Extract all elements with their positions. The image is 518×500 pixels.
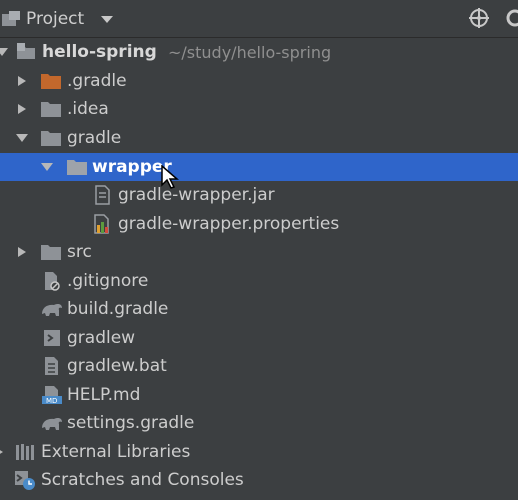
tree-row-scratches-and-consoles[interactable]: Scratches and Consoles — [0, 466, 518, 494]
tree-item-label: .gradle — [67, 71, 127, 91]
module-folder-icon — [16, 42, 36, 62]
root-project-path: ~/study/hello-spring — [168, 43, 332, 62]
tree-row-src[interactable]: src — [0, 238, 518, 266]
gitignore-file-icon — [43, 271, 63, 291]
gear-icon[interactable] — [501, 7, 518, 33]
tree-row-help-md[interactable]: MD HELP.md — [0, 381, 518, 409]
shell-script-icon — [43, 328, 63, 348]
properties-file-icon — [93, 214, 113, 234]
locate-target-icon[interactable] — [468, 7, 490, 33]
tree-row-gradlew[interactable]: gradlew — [0, 324, 518, 352]
scratches-icon — [14, 470, 35, 490]
tree-item-label: gradle-wrapper.jar — [118, 185, 275, 205]
collapse-arrow-icon[interactable] — [16, 134, 28, 142]
svg-text:MD: MD — [46, 397, 57, 405]
chevron-down-icon[interactable] — [101, 16, 113, 23]
tree-item-label: gradle — [67, 128, 122, 148]
tree-item-label: src — [67, 242, 92, 262]
folder-icon — [66, 157, 87, 177]
tree-row-build-gradle[interactable]: build.gradle — [0, 295, 518, 323]
text-file-icon — [43, 356, 63, 376]
project-icon — [2, 11, 20, 31]
tree-item-label: gradle-wrapper.properties — [118, 214, 340, 234]
tree-row-root[interactable]: hello-spring ~/study/hello-spring — [0, 38, 518, 66]
expand-arrow-icon[interactable] — [18, 247, 26, 257]
tree-row-idea[interactable]: .idea — [0, 95, 518, 123]
mouse-cursor-icon — [160, 164, 180, 195]
tree-item-label: Scratches and Consoles — [41, 470, 244, 490]
expand-arrow-icon[interactable] — [0, 48, 8, 56]
tree-row-settings-gradle[interactable]: settings.gradle — [0, 409, 518, 437]
tree-row-gitignore[interactable]: .gitignore — [0, 267, 518, 295]
tree-row-dot-gradle[interactable]: .gradle — [0, 67, 518, 95]
jar-file-icon — [93, 185, 113, 205]
expand-arrow-icon[interactable] — [18, 76, 26, 86]
tree-row-gradle[interactable]: gradle — [0, 124, 518, 152]
tree-item-label: build.gradle — [67, 299, 169, 319]
tree-item-label: .idea — [67, 99, 109, 119]
tree-item-label: gradlew.bat — [67, 356, 167, 376]
expand-arrow-icon[interactable] — [18, 104, 26, 114]
project-panel-header: Project — [0, 0, 518, 38]
expand-arrow-icon[interactable] — [0, 447, 3, 457]
libraries-icon — [15, 442, 35, 462]
folder-icon — [40, 242, 61, 262]
tree-row-gradle-wrapper-properties[interactable]: gradle-wrapper.properties — [0, 210, 518, 238]
excluded-folder-icon — [40, 71, 61, 91]
tree-row-external-libraries[interactable]: External Libraries — [0, 438, 518, 466]
tree-item-label: settings.gradle — [67, 413, 195, 433]
tree-item-label: External Libraries — [41, 442, 191, 462]
tree-item-label: HELP.md — [67, 385, 141, 405]
folder-icon — [40, 128, 61, 148]
gradle-elephant-icon — [40, 299, 62, 319]
tree-row-gradle-wrapper-jar[interactable]: gradle-wrapper.jar — [0, 181, 518, 209]
collapse-arrow-icon[interactable] — [41, 163, 53, 171]
tree-item-label: .gitignore — [67, 271, 149, 291]
folder-icon — [40, 99, 61, 119]
gradle-elephant-icon — [40, 413, 62, 433]
tree-row-gradlew-bat[interactable]: gradlew.bat — [0, 352, 518, 380]
project-view-title[interactable]: Project — [26, 9, 84, 29]
tree-item-label: gradlew — [67, 328, 136, 348]
root-project-label: hello-spring — [42, 42, 157, 62]
tree-row-wrapper[interactable]: wrapper — [0, 153, 518, 181]
markdown-file-icon: MD — [41, 385, 62, 405]
